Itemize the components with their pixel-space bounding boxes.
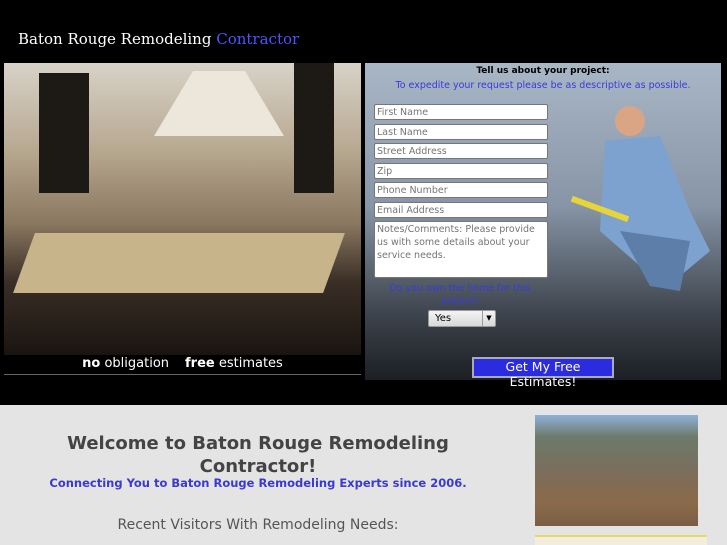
map-image[interactable] xyxy=(535,535,707,545)
own-home-question: Do you own the home for this project? xyxy=(389,283,531,307)
form-heading: Tell us about your project: xyxy=(476,66,610,76)
last-name-input[interactable] xyxy=(374,124,548,140)
header-banner: Baton Rouge Remodeling Contractor no obl… xyxy=(0,0,727,405)
site-title[interactable]: Baton Rouge Remodeling Contractor xyxy=(18,30,299,48)
own-home-select[interactable]: Yes ▼ xyxy=(428,310,496,327)
first-name-input[interactable] xyxy=(374,104,548,120)
tagline: Connecting You to Baton Rouge Remodeling… xyxy=(49,476,467,490)
form-subheading: To expedite your request please be as de… xyxy=(395,80,691,91)
estimate-form: Tell us about your project: To expedite … xyxy=(365,63,721,389)
hero-caption: no obligation free estimates xyxy=(4,355,361,375)
recent-visitors-heading: Recent Visitors With Remodeling Needs: xyxy=(117,517,399,533)
kitchen-photo xyxy=(4,63,361,355)
contractor-photo xyxy=(570,106,710,291)
aerial-city-photo xyxy=(535,415,698,526)
chevron-down-icon: ▼ xyxy=(482,311,495,326)
street-address-input[interactable] xyxy=(374,143,548,159)
phone-input[interactable] xyxy=(374,182,548,198)
notes-textarea[interactable] xyxy=(374,221,548,278)
zip-input[interactable] xyxy=(374,163,548,179)
submit-button[interactable]: Get My Free Estimates! xyxy=(472,357,614,389)
welcome-heading: Welcome to Baton Rouge Remodeling Contra… xyxy=(67,433,449,477)
email-input[interactable] xyxy=(374,202,548,218)
